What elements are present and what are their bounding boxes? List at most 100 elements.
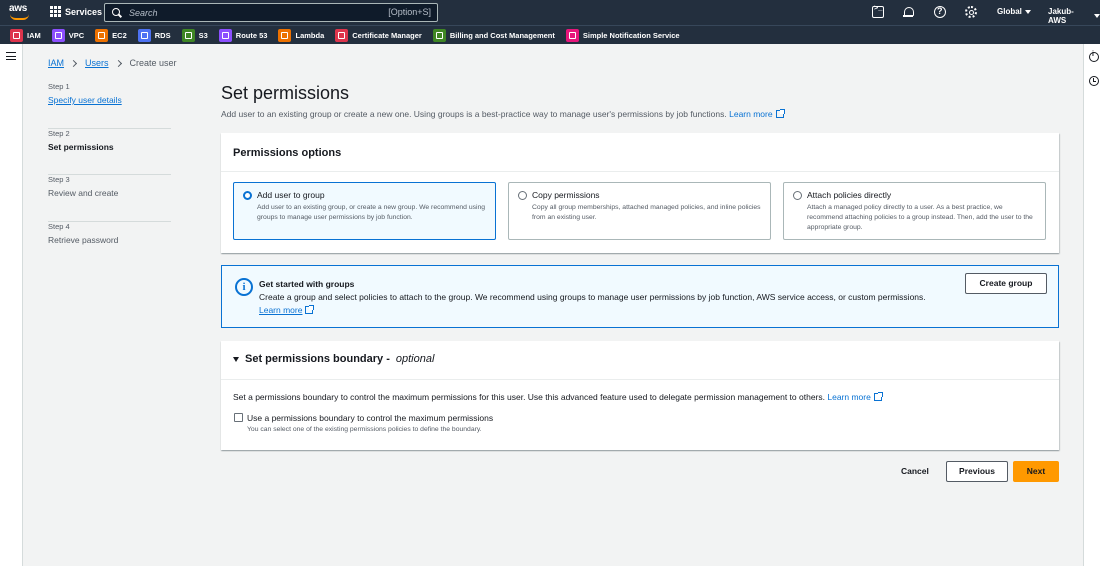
boundary-description-text: Set a permissions boundary to control th…	[233, 392, 825, 402]
favorite-label: Simple Notification Service	[582, 30, 680, 40]
page-subtitle-text: Add user to an existing group or create …	[221, 109, 727, 119]
option-description: Copy all group memberships, attached man…	[532, 204, 761, 221]
region-label: Global	[997, 7, 1022, 16]
next-button[interactable]: Next	[1013, 461, 1059, 482]
services-menu-button[interactable]: Services	[50, 6, 102, 17]
services-label: Services	[65, 6, 103, 17]
favorite-iam[interactable]: IAM	[10, 28, 41, 42]
boundary-optional-label: optional	[395, 353, 435, 365]
help-icon[interactable]	[934, 6, 946, 18]
region-selector[interactable]: Global	[997, 7, 1031, 16]
search-icon	[112, 7, 122, 18]
settings-gear-icon[interactable]	[965, 6, 977, 18]
certificate-manager-service-icon	[335, 28, 349, 42]
iam-service-icon	[10, 28, 23, 42]
option-description: Add user to an existing group, or create…	[257, 204, 486, 221]
step-number: Step 2	[48, 128, 70, 138]
breadcrumb: IAM Users Create user	[48, 58, 177, 68]
right-tools-strip	[1083, 44, 1100, 566]
info-description: Create a group and select policies to at…	[259, 292, 926, 302]
divider	[221, 379, 1059, 380]
grid-icon	[50, 6, 61, 17]
option-description: Attach a managed policy directly to a us…	[807, 204, 1033, 231]
checkbox-description: You can select one of the existing permi…	[247, 426, 482, 433]
permissions-boundary-panel: Set permissions boundary - optional Set …	[221, 341, 1059, 450]
favorite-billing[interactable]: Billing and Cost Management	[432, 28, 555, 42]
aws-logo[interactable]: aws	[9, 4, 31, 21]
wizard-step-3: Step 3 Review and create	[48, 175, 171, 222]
aws-smile-icon	[10, 14, 29, 20]
recent-activity-icon[interactable]	[1089, 76, 1099, 86]
route53-service-icon	[218, 28, 232, 42]
step-number: Step 3	[48, 175, 70, 184]
boundary-description: Set a permissions boundary to control th…	[233, 392, 883, 402]
permissions-options-header: Permissions options	[233, 147, 342, 159]
page-title: Set permissions	[221, 83, 350, 103]
external-link-icon	[305, 305, 315, 314]
cancel-button[interactable]: Cancel	[901, 466, 929, 476]
favorite-ec2[interactable]: EC2	[95, 28, 127, 42]
breadcrumb-users-link[interactable]: Users	[85, 58, 109, 68]
permissions-boundary-checkbox[interactable]	[234, 413, 243, 422]
permissions-boundary-toggle[interactable]: Set permissions boundary - optional	[233, 353, 434, 365]
favorite-label: VPC	[68, 30, 85, 40]
learn-more-label: Learn more	[259, 305, 303, 315]
aws-logo-text: aws	[9, 3, 28, 14]
favorite-s3[interactable]: S3	[181, 28, 208, 42]
left-navigation-strip	[0, 44, 23, 566]
external-link-icon	[775, 109, 785, 118]
page-subtitle: Add user to an existing group or create …	[221, 109, 785, 119]
favorite-label: Certificate Manager	[352, 30, 422, 40]
hamburger-menu-icon[interactable]	[6, 52, 16, 60]
previous-button[interactable]: Previous	[946, 461, 1008, 482]
sns-service-icon	[565, 28, 579, 42]
boundary-learn-more-link[interactable]: Learn more	[827, 392, 883, 402]
account-menu[interactable]: Jakub-AWS	[1048, 7, 1100, 25]
favorite-lambda[interactable]: Lambda	[278, 28, 325, 42]
search-input[interactable]	[129, 7, 379, 18]
info-title: Get started with groups	[259, 279, 355, 289]
breadcrumb-iam-link[interactable]: IAM	[48, 58, 64, 68]
wizard-step-2: Step 2 Set permissions	[48, 128, 171, 175]
option-attach-policies-directly[interactable]: Attach policies directly Attach a manage…	[783, 182, 1046, 240]
ec2-service-icon	[95, 28, 109, 42]
info-panel-icon[interactable]	[1089, 51, 1099, 62]
step-label-review-and-create: Review and create	[48, 188, 119, 198]
favorite-rds[interactable]: RDS	[137, 28, 171, 42]
favorite-vpc[interactable]: VPC	[51, 28, 85, 42]
step-link-specify-user-details[interactable]: Specify user details	[48, 95, 171, 105]
favorite-label: Route 53	[235, 30, 268, 40]
option-add-user-to-group[interactable]: Add user to group Add user to an existin…	[233, 182, 496, 240]
search-bar[interactable]: [Option+S]	[104, 3, 438, 22]
step-number: Step 1	[48, 82, 70, 91]
step-label-set-permissions: Set permissions	[48, 141, 114, 152]
favorite-label: Lambda	[295, 30, 325, 40]
wizard-step-4: Step 4 Retrieve password	[48, 222, 171, 269]
create-group-button[interactable]: Create group	[965, 273, 1047, 294]
cloudshell-icon[interactable]	[872, 5, 884, 18]
radio-button-selected[interactable]	[243, 191, 252, 200]
lambda-service-icon	[278, 28, 292, 42]
favorite-sns[interactable]: Simple Notification Service	[565, 28, 680, 42]
favorite-label: EC2	[112, 30, 127, 40]
external-link-icon	[873, 392, 883, 401]
learn-more-link[interactable]: Learn more	[729, 109, 785, 119]
favorite-label: IAM	[27, 30, 41, 40]
rds-service-icon	[137, 28, 151, 42]
favorite-certificate-manager[interactable]: Certificate Manager	[335, 28, 422, 42]
chevron-right-icon	[69, 59, 78, 67]
favorite-label: Billing and Cost Management	[449, 30, 555, 40]
radio-button[interactable]	[518, 191, 527, 200]
groups-learn-more-link[interactable]: Learn more	[259, 305, 315, 315]
favorite-route53[interactable]: Route 53	[218, 28, 268, 42]
option-copy-permissions[interactable]: Copy permissions Copy all group membersh…	[508, 182, 771, 240]
learn-more-label: Learn more	[729, 109, 773, 119]
divider	[221, 171, 1059, 172]
caret-down-icon	[1094, 14, 1100, 18]
caret-down-icon	[233, 356, 239, 362]
notifications-bell-icon[interactable]	[902, 6, 914, 18]
checkbox-label: Use a permissions boundary to control th…	[247, 413, 494, 423]
groups-info-alert: i Get started with groups Create a group…	[221, 265, 1059, 328]
radio-button[interactable]	[793, 191, 802, 200]
option-title: Copy permissions	[532, 190, 600, 200]
